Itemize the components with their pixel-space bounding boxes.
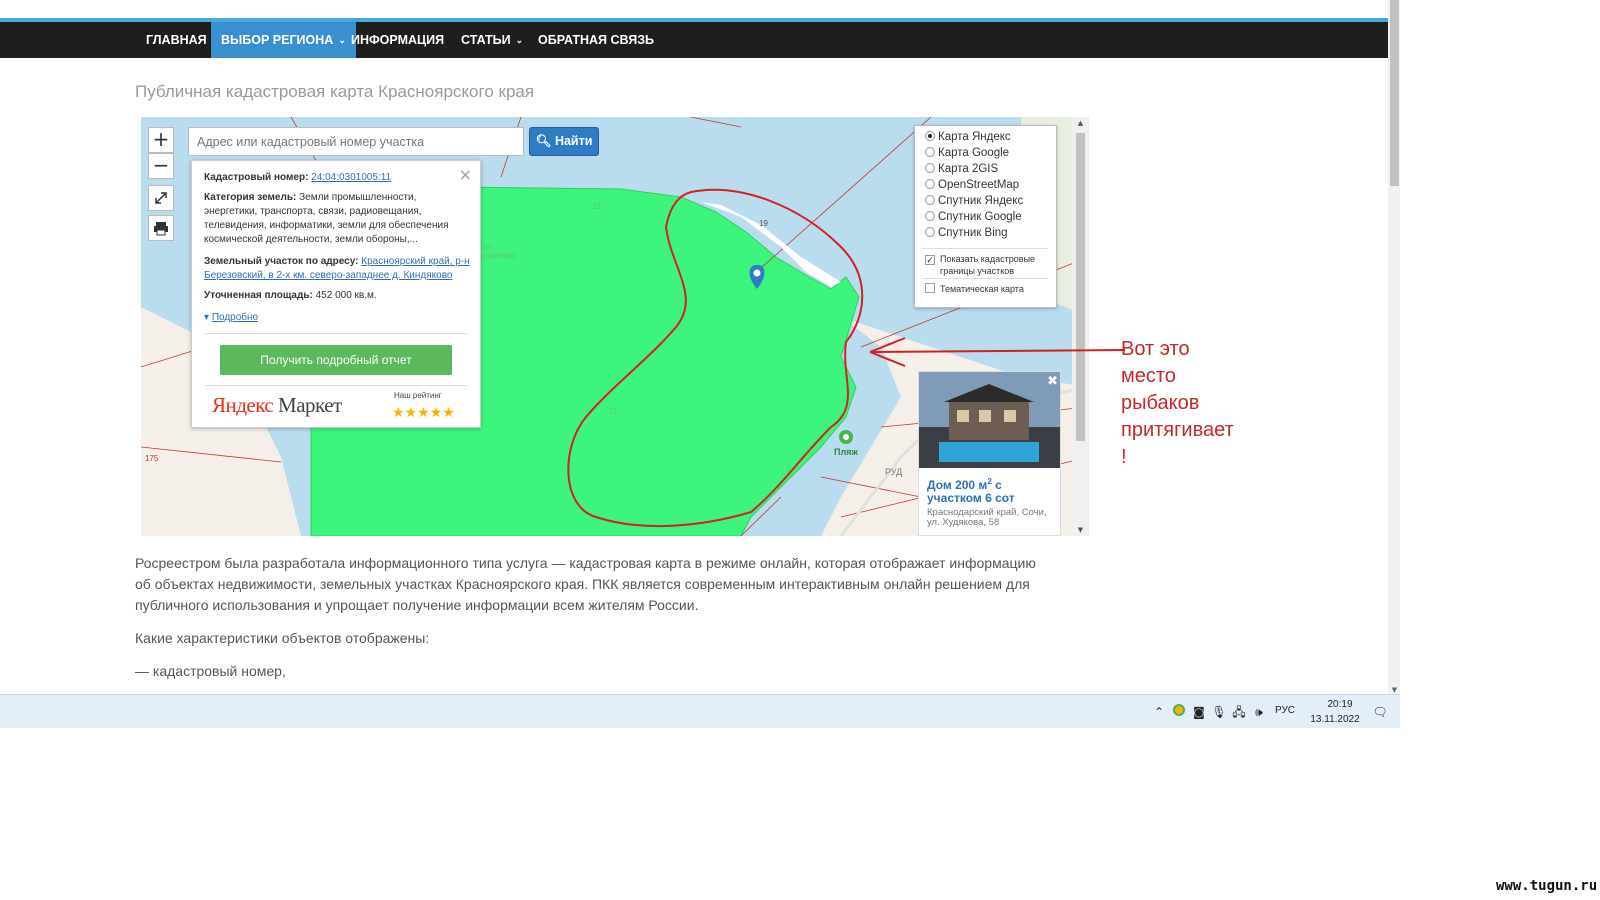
article-paragraph: Какие характеристики объектов отображены… (135, 630, 430, 646)
nav-information[interactable]: ИНФОРМАЦИЯ (341, 22, 454, 58)
main-navbar: ГЛАВНАЯ ВЫБОР РЕГИОНА ⌄ ИНФОРМАЦИЯ СТАТЬИ… (0, 22, 1388, 58)
map-label: 11 (593, 202, 602, 211)
article-paragraph: Росреестром была разработала информацион… (135, 555, 1036, 613)
keyboard-language[interactable]: РУС (1275, 705, 1295, 716)
radio-icon (925, 227, 935, 237)
triangle-down-icon: ▾ (204, 312, 210, 323)
nav-region-select[interactable]: ВЫБОР РЕГИОНА ⌄ (211, 22, 356, 58)
page-scrollbar[interactable]: ▼ (1388, 0, 1400, 694)
radio-icon (925, 179, 935, 189)
scroll-up-icon: ▲ (1077, 119, 1084, 127)
thematic-map-checkbox[interactable]: Тематическая карта (925, 283, 1055, 295)
parcel-info-card: × Кадастровый номер: 24:04:0301005:11 Ка… (191, 160, 481, 428)
annotation-text: Вот это место рыбаков притягивает ! (1121, 338, 1234, 468)
house-image (919, 372, 1060, 468)
map-side-scrollbar[interactable]: ▲ ▼ (1072, 117, 1089, 536)
microphone-icon[interactable]: 🎙︎ (1211, 704, 1227, 720)
notifications-icon[interactable]: 🗨︎ (1372, 704, 1388, 720)
fullscreen-button[interactable] (148, 185, 174, 211)
map-label: 175 (145, 454, 159, 463)
camera-icon[interactable]: ◙ (1191, 704, 1207, 720)
checkmark-icon: ✓ (925, 255, 935, 265)
page-scroll-thumb[interactable] (1390, 0, 1399, 186)
chevron-up-icon[interactable]: ⌃ (1151, 704, 1167, 720)
nav-home[interactable]: ГЛАВНАЯ (136, 22, 217, 58)
volume-icon[interactable]: 🕪︎ (1251, 704, 1267, 720)
rating-stars: ★★★★★ (392, 405, 455, 421)
windows-taskbar: ⌃ ◙ 🎙︎ 🖧︎ 🕪︎ РУС 20:19 13.11.2022 🗨︎ (0, 694, 1400, 728)
more-details-link[interactable]: ▾ Подробно (204, 311, 472, 325)
radio-selected-icon (925, 131, 935, 141)
area-value: 452 000 кв.м. (315, 290, 377, 301)
nav-articles[interactable]: СТАТЬИ ⌄ (451, 22, 533, 58)
scroll-down-icon: ▼ (1077, 526, 1084, 534)
show-borders-checkbox[interactable]: ✓ Показать кадастровые границы участков (925, 253, 1055, 277)
close-ad-icon[interactable]: ✖ (1047, 374, 1058, 389)
layer-2gis-map[interactable]: Карта 2GIS (925, 163, 998, 175)
nav-feedback[interactable]: ОБРАТНАЯ СВЯЗЬ (528, 22, 664, 58)
ad-address: Краснодарский край, Сочи, ул. Худякова, … (927, 507, 1047, 528)
cadastral-map[interactable]: 11 19 11 175 оз. охватово Пляж РУД + − 🔍… (141, 117, 1089, 536)
scroll-down-icon[interactable]: ▼ (1388, 686, 1400, 694)
layer-google-satellite[interactable]: Спутник Google (925, 211, 1022, 223)
search-input[interactable] (188, 127, 524, 156)
map-label: РУД (885, 467, 903, 477)
search-button[interactable]: 🔍︎ Найти (529, 127, 599, 156)
network-icon[interactable]: 🖧︎ (1231, 704, 1247, 720)
page-title: Публичная кадастровая карта Красноярског… (135, 82, 535, 101)
yandex-market-logo[interactable]: Яндекс Маркет (212, 393, 342, 418)
zoom-in-button[interactable]: + (148, 127, 174, 153)
radio-icon (925, 147, 935, 157)
radio-icon (925, 195, 935, 205)
article-body: Росреестром была разработала информацион… (135, 553, 1055, 694)
ad-title[interactable]: Дом 200 м2 с участком 6 сот (927, 475, 1055, 505)
cadastral-number-link[interactable]: 24:04:0301005:11 (311, 172, 391, 183)
browser-viewport: ГЛАВНАЯ ВЫБОР РЕГИОНА ⌄ ИНФОРМАЦИЯ СТАТЬИ… (0, 0, 1400, 728)
map-label: 11 (609, 407, 618, 416)
checkbox-icon (925, 283, 935, 293)
map-label: оз. охватово (483, 242, 517, 260)
clock-time[interactable]: 20:19 (1320, 699, 1360, 710)
beach-label: Пляж (834, 447, 858, 457)
layer-yandex-map[interactable]: Карта Яндекс (925, 131, 1011, 143)
layers-panel: Карта Яндекс Карта Google Карта 2GIS Ope… (914, 125, 1057, 308)
layer-google-map[interactable]: Карта Google (925, 147, 1009, 159)
layer-openstreetmap[interactable]: OpenStreetMap (925, 179, 1019, 191)
zoom-out-button[interactable]: − (148, 153, 174, 179)
rating-label: Наш рейтинг (394, 391, 442, 400)
chevron-down-icon: ⌄ (515, 35, 524, 45)
search-icon: 🔍︎ (535, 134, 552, 148)
layer-bing-satellite[interactable]: Спутник Bing (925, 227, 1008, 239)
map-label: 19 (759, 219, 768, 228)
radio-icon (925, 163, 935, 173)
print-button[interactable] (148, 215, 174, 241)
article-paragraph: — кадастровый номер, (135, 663, 286, 679)
layer-yandex-satellite[interactable]: Спутник Яндекс (925, 195, 1023, 207)
get-report-button[interactable]: Получить подробный отчет (220, 345, 452, 375)
app-tray-icon[interactable] (1171, 704, 1187, 720)
annotation-arrow (869, 337, 1126, 367)
printer-icon (154, 222, 168, 236)
expand-icon (155, 192, 167, 204)
clock-date[interactable]: 13.11.2022 (1305, 714, 1365, 725)
house-photo[interactable]: ✖ (919, 372, 1060, 468)
radio-icon (925, 211, 935, 221)
scroll-thumb[interactable] (1076, 133, 1085, 441)
beach-icon (839, 430, 853, 444)
watermark: www.tugun.ru (1496, 878, 1598, 894)
real-estate-ad[interactable]: ✖ Дом 200 м2 с участком 6 сот Краснодарс… (918, 371, 1061, 536)
